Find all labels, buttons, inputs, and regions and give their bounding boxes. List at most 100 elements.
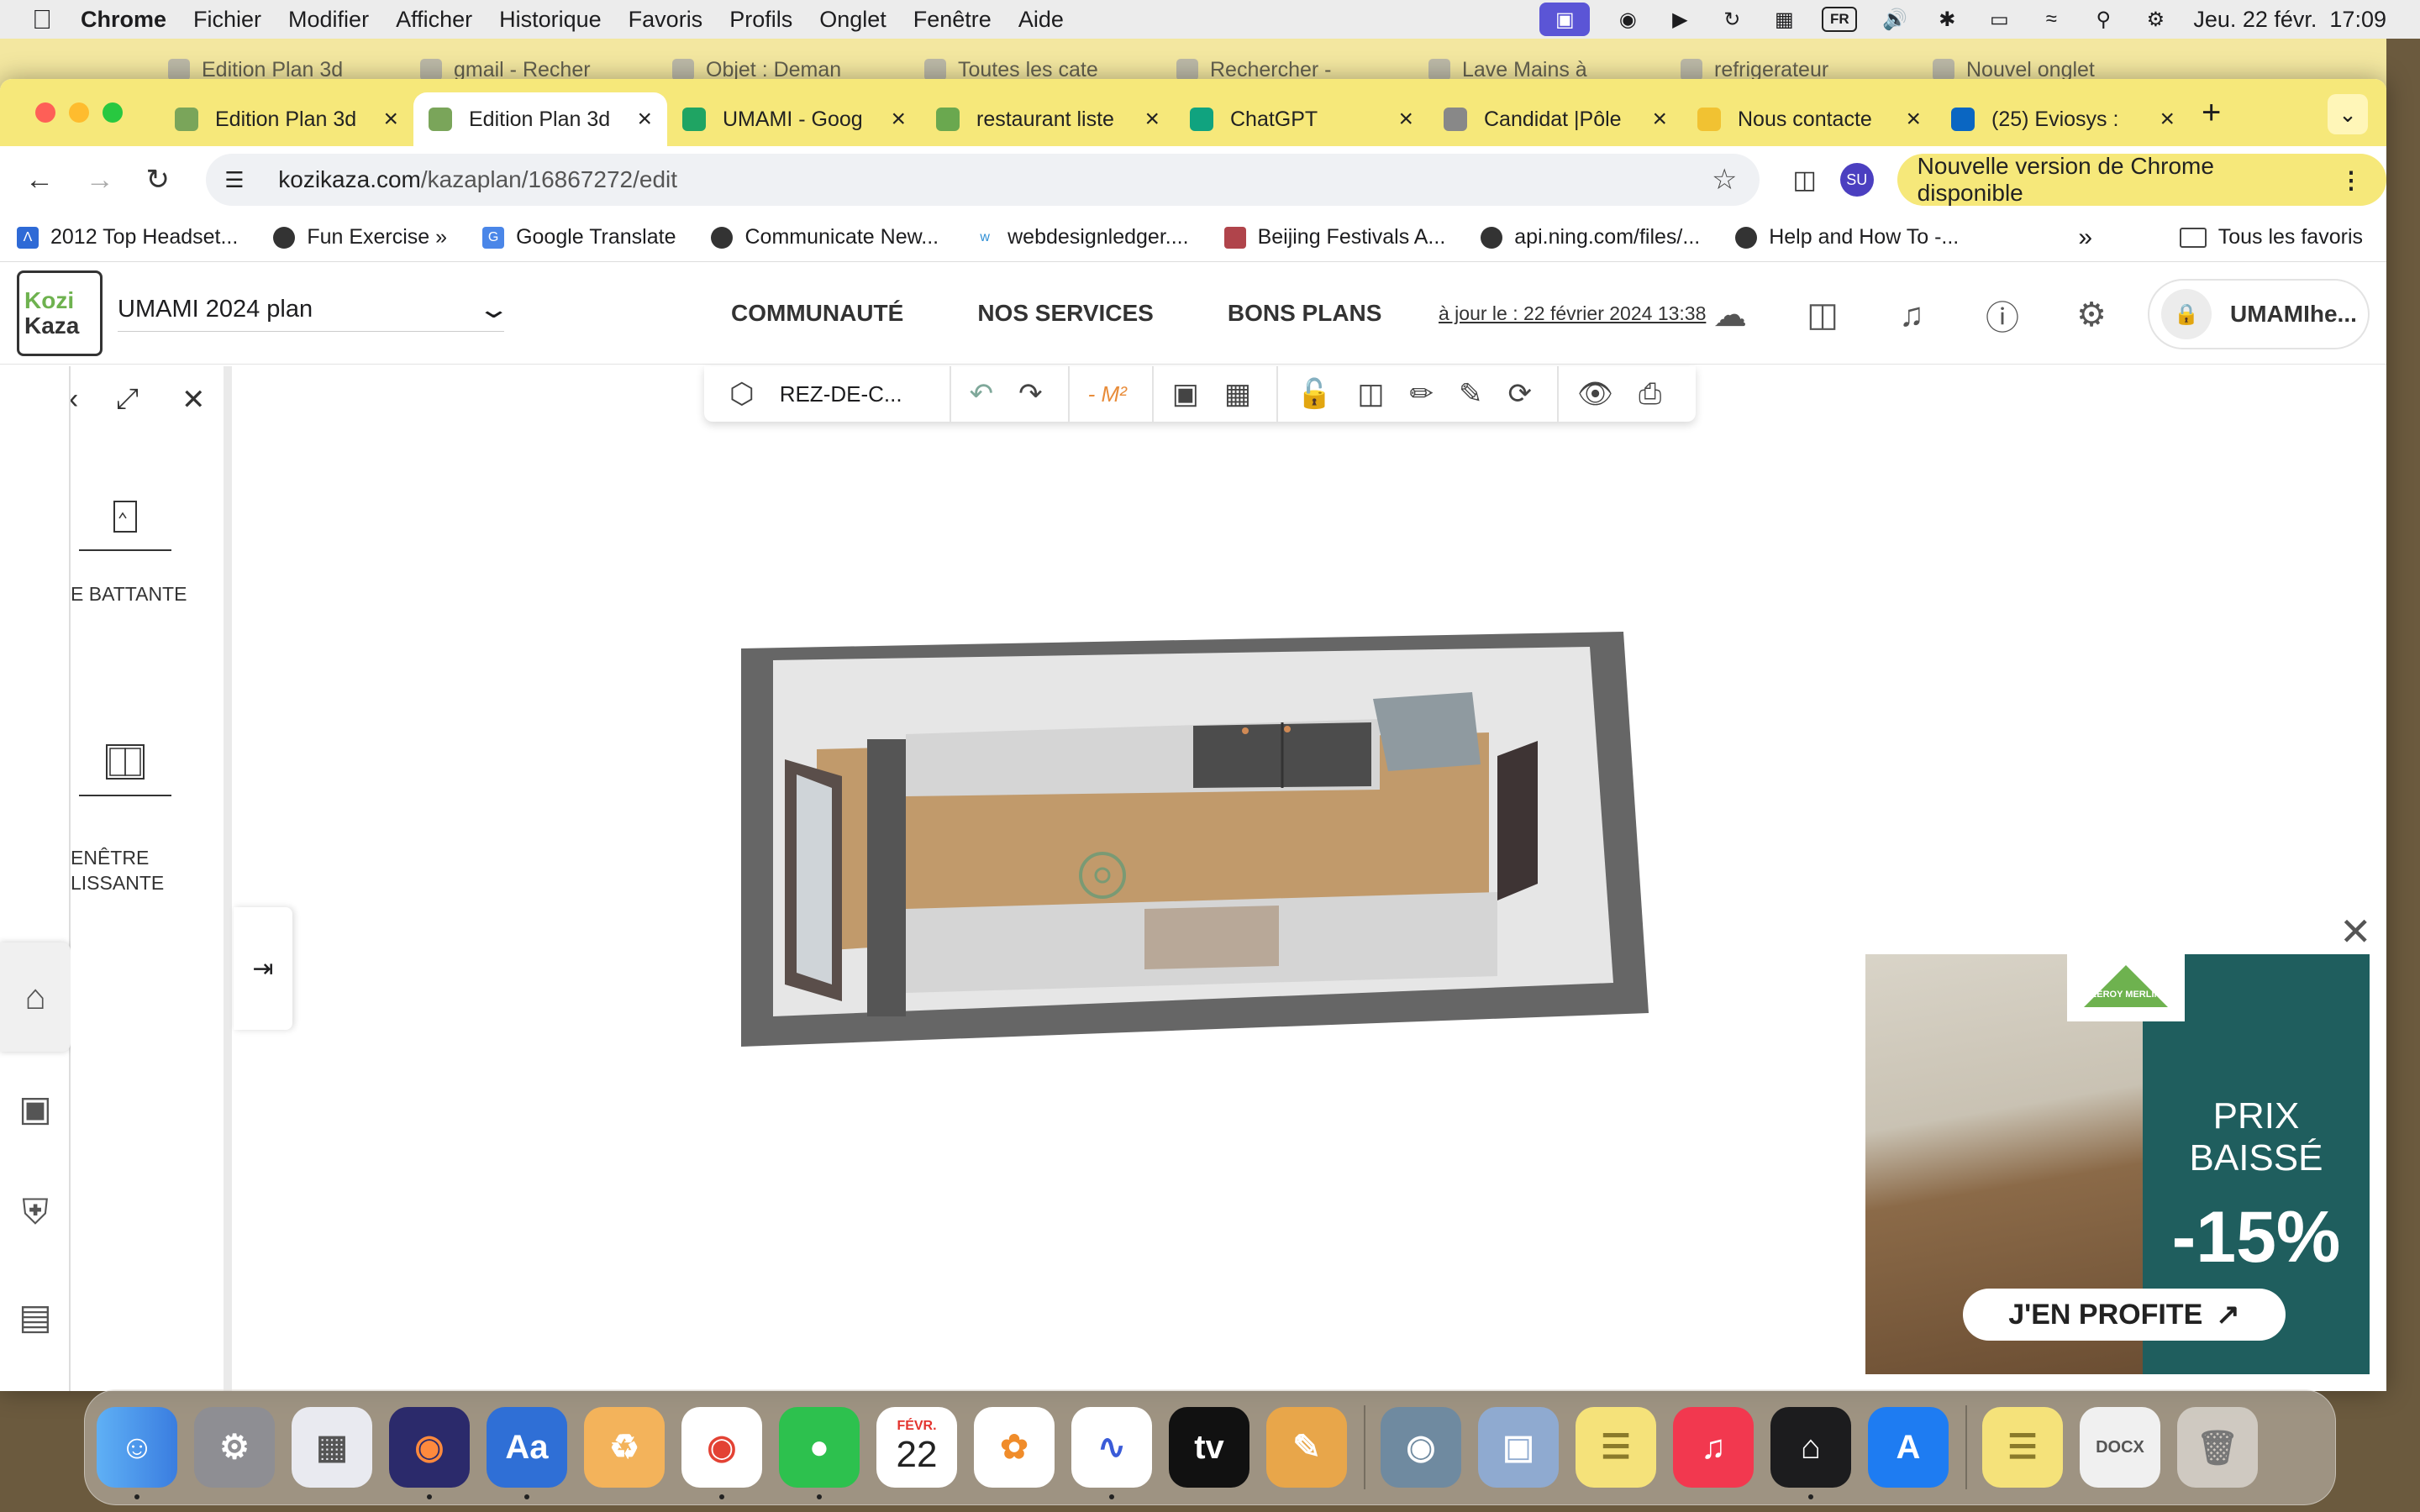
menu-onglet[interactable]: Onglet [819, 7, 886, 33]
browser-tab[interactable]: Candidat |Pôle × [1428, 92, 1682, 146]
freeform-icon[interactable]: ∿ [1071, 1407, 1152, 1499]
menu-fichier[interactable]: Fichier [193, 7, 261, 33]
calendar-icon[interactable]: FÉVR. 22 [876, 1407, 957, 1488]
chrome-update-button[interactable]: Nouvelle version de Chrome disponible ⋮ [1897, 153, 2386, 206]
preview-images-icon[interactable]: ▣ [1478, 1407, 1559, 1488]
wechat-icon[interactable]: ● [779, 1407, 860, 1499]
eye-icon[interactable]: 👁 [1577, 377, 1613, 411]
undo-icon[interactable]: ↶ [970, 377, 994, 411]
eyedropper-icon[interactable]: ✎ [1459, 377, 1483, 411]
wifi-home-icon[interactable]: ⌂ [1770, 1407, 1851, 1499]
firefox-icon[interactable]: ◉ [389, 1407, 470, 1499]
address-bar[interactable]: ☰ kozikaza.com/kazaplan/16867272/edit ☆ [206, 154, 1760, 206]
bookmark-item[interactable]: w webdesignledger.... [974, 225, 1189, 249]
close-window-button[interactable] [35, 102, 55, 123]
area-button[interactable]: - M² [1088, 381, 1127, 407]
launchpad-icon[interactable]: ▦ [292, 1407, 372, 1488]
last-saved-link[interactable]: à jour le : 22 février 2024 13:38 [1439, 302, 1706, 325]
dictionary-icon[interactable]: Aa [487, 1407, 567, 1499]
apple-tv-icon[interactable]: tv [1169, 1407, 1249, 1488]
rail-paint-button[interactable]: ⛨ [0, 1158, 71, 1267]
close-tab-icon[interactable]: × [1906, 105, 1921, 134]
all-bookmarks-folder[interactable]: Tous les favoris [2179, 225, 2363, 249]
leroy-merlin-ad[interactable]: LEROY MERLIN PRIX BAISSÉ -15% J'EN PROFI… [1865, 954, 2370, 1374]
site-info-icon[interactable]: ☰ [224, 167, 258, 193]
control-center-icon[interactable]: ⚙ [2141, 7, 2170, 32]
rail-house-button[interactable]: ⌂ [0, 942, 71, 1052]
photos-icon[interactable]: ✿ [974, 1407, 1055, 1488]
catalog-item-label[interactable]: E BATTANTE [71, 581, 224, 606]
settings-gear-icon[interactable]: ⚙ [2070, 294, 2112, 336]
new-tab-button[interactable]: + [2202, 94, 2221, 132]
ad-cta-button[interactable]: J'EN PROFITE ↗ [1963, 1289, 2286, 1341]
presentation-icon[interactable]: ◫ [1802, 294, 1844, 336]
record-icon[interactable]: ◉ [1613, 7, 1642, 32]
profile-avatar[interactable]: SU [1839, 163, 1874, 197]
menu-fenetre[interactable]: Fenêtre [913, 7, 992, 33]
menu-profils[interactable]: Profils [729, 7, 792, 33]
bookmark-item[interactable]: Λ 2012 Top Headset... [17, 225, 238, 249]
side-panel-icon[interactable]: ◫ [1793, 165, 1817, 195]
chevron-left-icon[interactable]: ‹ [71, 383, 78, 416]
lock-icon[interactable]: 🔓 [1297, 377, 1332, 411]
ruler-icon[interactable]: ✏ [1410, 377, 1434, 411]
bookmark-item[interactable]: Communicate New... [711, 225, 939, 249]
menu-favoris[interactable]: Favoris [629, 7, 703, 33]
room-3d-view[interactable] [741, 632, 1741, 1094]
kozikaza-logo[interactable]: Kozi Kaza [17, 270, 103, 356]
collapse-panel-button[interactable]: ⇥ [234, 907, 292, 1030]
volume-icon[interactable]: 🔊 [1881, 7, 1909, 32]
menubar-clock[interactable]: Jeu. 22 févr. 17:09 [2193, 7, 2386, 33]
minimize-window-button[interactable] [69, 102, 89, 123]
spotlight-search-icon[interactable]: ⚲ [2089, 7, 2118, 32]
bookmark-star-icon[interactable]: ☆ [1712, 163, 1737, 197]
close-tab-icon[interactable]: × [1144, 105, 1160, 134]
close-tab-icon[interactable]: × [637, 105, 652, 134]
reload-button[interactable]: ↻ [146, 163, 185, 197]
wifi-icon[interactable]: ≈ [2037, 7, 2065, 32]
input-source-indicator[interactable]: FR [1822, 7, 1858, 32]
print-icon[interactable]: ⎙ [1639, 378, 1661, 411]
sliding-window-thumbnail-icon[interactable] [79, 729, 171, 796]
close-tab-icon[interactable]: × [1652, 105, 1667, 134]
stickies-folder-icon[interactable]: ☰ [1982, 1407, 2063, 1488]
close-icon[interactable]: ✕ [182, 383, 206, 417]
system-settings-icon[interactable]: ⚙ [194, 1407, 275, 1488]
notification-bell-icon[interactable]: ♫ [1891, 294, 1933, 336]
docx-file-icon[interactable]: DOCX [2080, 1407, 2160, 1488]
memory-icon[interactable]: ▦ [1770, 7, 1798, 32]
close-tab-icon[interactable]: × [383, 105, 398, 134]
help-icon[interactable]: ⓘ [1981, 294, 2023, 337]
close-tab-icon[interactable]: × [2160, 105, 2175, 134]
catalog-item-label[interactable]: ENÊTRE LISSANTE [71, 845, 224, 895]
more-bookmarks-icon[interactable]: » [2078, 223, 2092, 252]
floorplan-icon[interactable]: ▣ [1172, 377, 1199, 411]
close-ad-button[interactable]: ✕ [2339, 909, 2372, 954]
door-thumbnail-icon[interactable] [79, 484, 171, 551]
finder-icon[interactable]: ☺ [97, 1407, 177, 1499]
play-icon[interactable]: ▶ [1665, 7, 1694, 32]
close-tab-icon[interactable]: × [1398, 105, 1413, 134]
music-icon[interactable]: ♫ [1673, 1407, 1754, 1488]
battery-icon[interactable]: ▭ [1985, 7, 2013, 32]
app-store-icon[interactable]: A [1868, 1407, 1949, 1488]
bookmark-item[interactable]: Fun Exercise » [273, 225, 447, 249]
bookmark-item[interactable]: Beijing Festivals A... [1223, 225, 1445, 249]
apple-menu-icon[interactable]:  [32, 4, 52, 35]
back-button[interactable]: ← [25, 164, 64, 197]
nav-bons-plans[interactable]: BONS PLANS [1228, 300, 1382, 327]
wireframe-cube-icon[interactable]: ◫ [1357, 377, 1384, 411]
level-cube-icon[interactable]: ⬡ [729, 377, 755, 411]
tab-search-button[interactable]: ⌄ [2328, 94, 2368, 134]
menu-app-name[interactable]: Chrome [81, 7, 166, 33]
close-tab-icon[interactable]: × [891, 105, 906, 134]
forward-button[interactable]: → [86, 164, 124, 197]
level-selector[interactable]: REZ-DE-C... [780, 381, 902, 407]
screenshot-icon[interactable]: ◉ [1381, 1407, 1461, 1488]
bookmark-item[interactable]: api.ning.com/files/... [1481, 225, 1700, 249]
trash-icon[interactable]: 🗑 [2177, 1407, 2258, 1488]
browser-tab[interactable]: restaurant liste × [921, 92, 1175, 146]
cloud-save-icon[interactable]: ☁ [1709, 294, 1751, 336]
bookmark-item[interactable]: Help and How To -... [1735, 225, 1959, 249]
zoom-window-button[interactable] [103, 102, 123, 123]
